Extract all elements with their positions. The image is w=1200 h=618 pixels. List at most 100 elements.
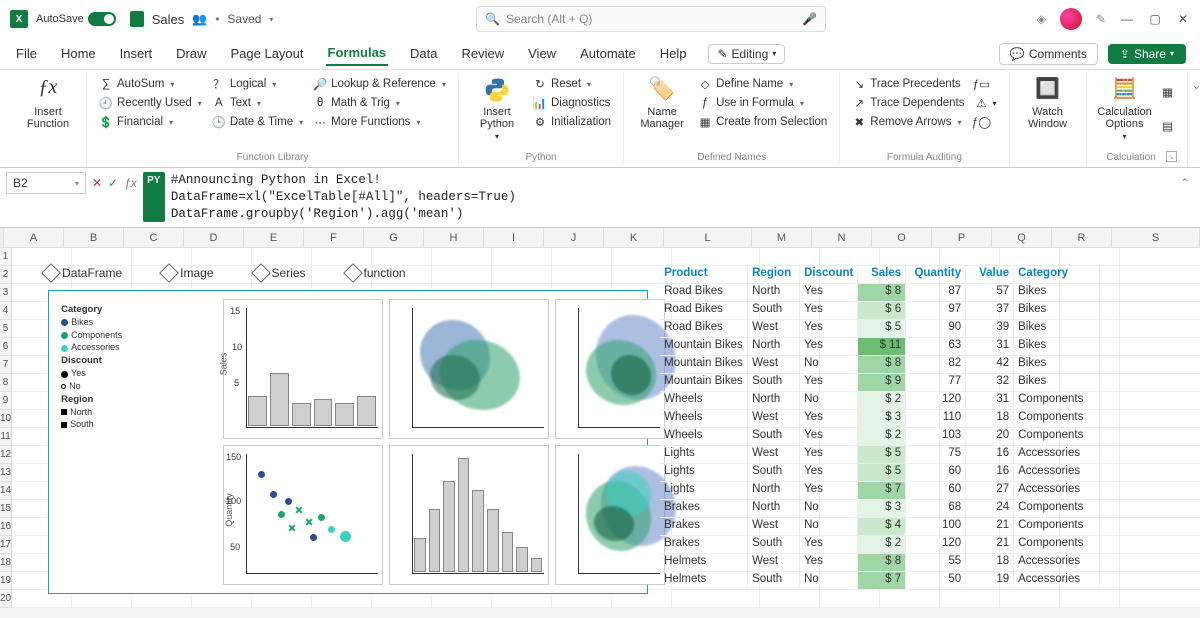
math-trig-button[interactable]: θMath & Trig [311,95,448,111]
column-header[interactable]: S [1112,228,1200,247]
table-row[interactable]: Road BikesWestYes$ 59039Bikes [660,320,1100,338]
fx-icon[interactable]: ƒx [124,176,137,190]
table-row[interactable]: Road BikesSouthYes$ 69737Bikes [660,302,1100,320]
row-header[interactable]: 14 [0,482,12,500]
row-header[interactable]: 15 [0,500,12,518]
table-row[interactable]: LightsSouthYes$ 56016Accessories [660,464,1100,482]
pencil-icon[interactable]: ✎ [1096,12,1106,26]
define-name-button[interactable]: ◇Define Name [696,76,829,92]
diamond-icon[interactable]: ◈ [1037,12,1046,26]
row-header[interactable]: 19 [0,572,12,590]
reset-button[interactable]: ↻Reset [531,76,613,92]
remove-arrows-button[interactable]: ✖Remove Arrows [850,114,966,130]
row-header[interactable]: 3 [0,284,12,302]
minimize-button[interactable]: — [1120,12,1134,26]
column-header[interactable]: Q [992,228,1052,247]
row-header[interactable]: 11 [0,428,12,446]
close-button[interactable]: ✕ [1176,12,1190,26]
tab-help[interactable]: Help [658,42,689,65]
maximize-button[interactable]: ▢ [1148,12,1162,26]
table-row[interactable]: WheelsWestYes$ 311018Components [660,410,1100,428]
table-row[interactable]: BrakesWestNo$ 410021Components [660,518,1100,536]
share-people-icon[interactable]: 👥 [192,12,207,26]
ribbon-collapse-button[interactable]: ⌄ [1188,74,1200,165]
trace-dependents-button[interactable]: ↗Trace Dependents [850,95,966,111]
enter-icon[interactable]: ✓ [108,176,118,190]
column-header[interactable]: M [752,228,812,247]
share-button[interactable]: ⇪ Share ▾ [1108,44,1186,64]
column-header[interactable]: B [64,228,124,247]
column-header[interactable]: N [812,228,872,247]
column-headers[interactable]: ABCDEFGHIJKLMNOPQRS [0,228,1200,248]
table-row[interactable]: WheelsSouthYes$ 210320Components [660,428,1100,446]
python-charts[interactable]: Sales 15 10 5 [48,290,648,594]
tab-formulas[interactable]: Formulas [326,41,389,66]
row-header[interactable]: 2 [0,266,12,284]
evaluate-formula-button[interactable]: ƒ◯ [972,114,998,130]
row-header[interactable]: 6 [0,338,12,356]
row-headers[interactable]: 1234567891011121314151617181920 [0,248,12,608]
date-time-button[interactable]: 🕒Date & Time [210,114,305,130]
cells-area[interactable]: DataFrame Image Series function Sales 15… [12,248,1200,608]
calc-now-button[interactable]: ▦ [1159,84,1177,100]
row-header[interactable]: 4 [0,302,12,320]
watch-window-button[interactable]: 🔲 Watch Window [1020,76,1076,130]
insert-function-button[interactable]: ƒx Insert Function [20,76,76,130]
column-header[interactable]: L [664,228,752,247]
comments-button[interactable]: 💬 Comments [999,43,1098,65]
table-row[interactable]: HelmetsWestYes$ 85518Accessories [660,554,1100,572]
initialization-button[interactable]: ⚙Initialization [531,114,613,130]
editing-mode[interactable]: ✎ Editing ▾ [708,44,785,64]
more-functions-button[interactable]: ⋯More Functions [311,114,448,130]
table-row[interactable]: BrakesNorthNo$ 36824Components [660,500,1100,518]
table-row[interactable]: Road BikesNorthYes$ 88757Bikes [660,284,1100,302]
row-header[interactable]: 5 [0,320,12,338]
column-header[interactable]: J [544,228,604,247]
row-header[interactable]: 12 [0,446,12,464]
trace-precedents-button[interactable]: ↘Trace Precedents [850,76,966,92]
row-header[interactable]: 1 [0,248,12,266]
row-header[interactable]: 10 [0,410,12,428]
column-header[interactable]: E [244,228,304,247]
toggle-switch-icon[interactable] [88,12,116,26]
column-header[interactable]: A [4,228,64,247]
table-row[interactable]: HelmetsSouthNo$ 75019Accessories [660,572,1100,590]
logical-button[interactable]: ？Logical [210,76,305,92]
table-row[interactable]: Mountain BikesWestNo$ 88242Bikes [660,356,1100,374]
mic-icon[interactable]: 🎤 [802,12,817,26]
python-code[interactable]: #Announcing Python in Excel! DataFrame=x… [171,172,516,223]
table-row[interactable]: LightsWestYes$ 57516Accessories [660,446,1100,464]
calc-sheet-button[interactable]: ▤ [1159,118,1177,134]
row-header[interactable]: 18 [0,554,12,572]
row-header[interactable]: 17 [0,536,12,554]
table-row[interactable]: Mountain BikesNorthYes$ 116331Bikes [660,338,1100,356]
show-formulas-button[interactable]: ƒ▭ [972,76,998,92]
row-header[interactable]: 16 [0,518,12,536]
tab-view[interactable]: View [526,42,558,65]
column-header[interactable]: D [184,228,244,247]
column-header[interactable]: P [932,228,992,247]
insert-python-button[interactable]: Insert Python▾ [469,76,525,141]
column-header[interactable]: O [872,228,932,247]
use-in-formula-button[interactable]: ƒUse in Formula [696,95,829,111]
name-manager-button[interactable]: 🏷️ Name Manager [634,76,690,130]
text-button[interactable]: AText [210,95,305,111]
tab-home[interactable]: Home [59,42,98,65]
table-row[interactable]: Mountain BikesSouthYes$ 97732Bikes [660,374,1100,392]
calculation-options-button[interactable]: 🧮 Calculation Options▾ [1097,76,1153,141]
document-name[interactable]: Sales [152,12,185,27]
name-box[interactable]: B2▾ [6,172,86,194]
data-table[interactable]: Product Region Discount Sales Quantity V… [660,266,1100,590]
column-header[interactable]: R [1052,228,1112,247]
column-header[interactable]: K [604,228,664,247]
formula-bar-expand[interactable]: ⌃ [1176,172,1194,194]
expand-icon[interactable]: ↘ [1166,151,1177,162]
tab-file[interactable]: File [14,42,39,65]
row-header[interactable]: 8 [0,374,12,392]
error-check-button[interactable]: ⚠▾ [972,95,998,111]
column-header[interactable]: I [484,228,544,247]
column-header[interactable]: F [304,228,364,247]
tab-automate[interactable]: Automate [578,42,638,65]
user-avatar[interactable] [1060,8,1082,30]
table-header-row[interactable]: Product Region Discount Sales Quantity V… [660,266,1100,284]
